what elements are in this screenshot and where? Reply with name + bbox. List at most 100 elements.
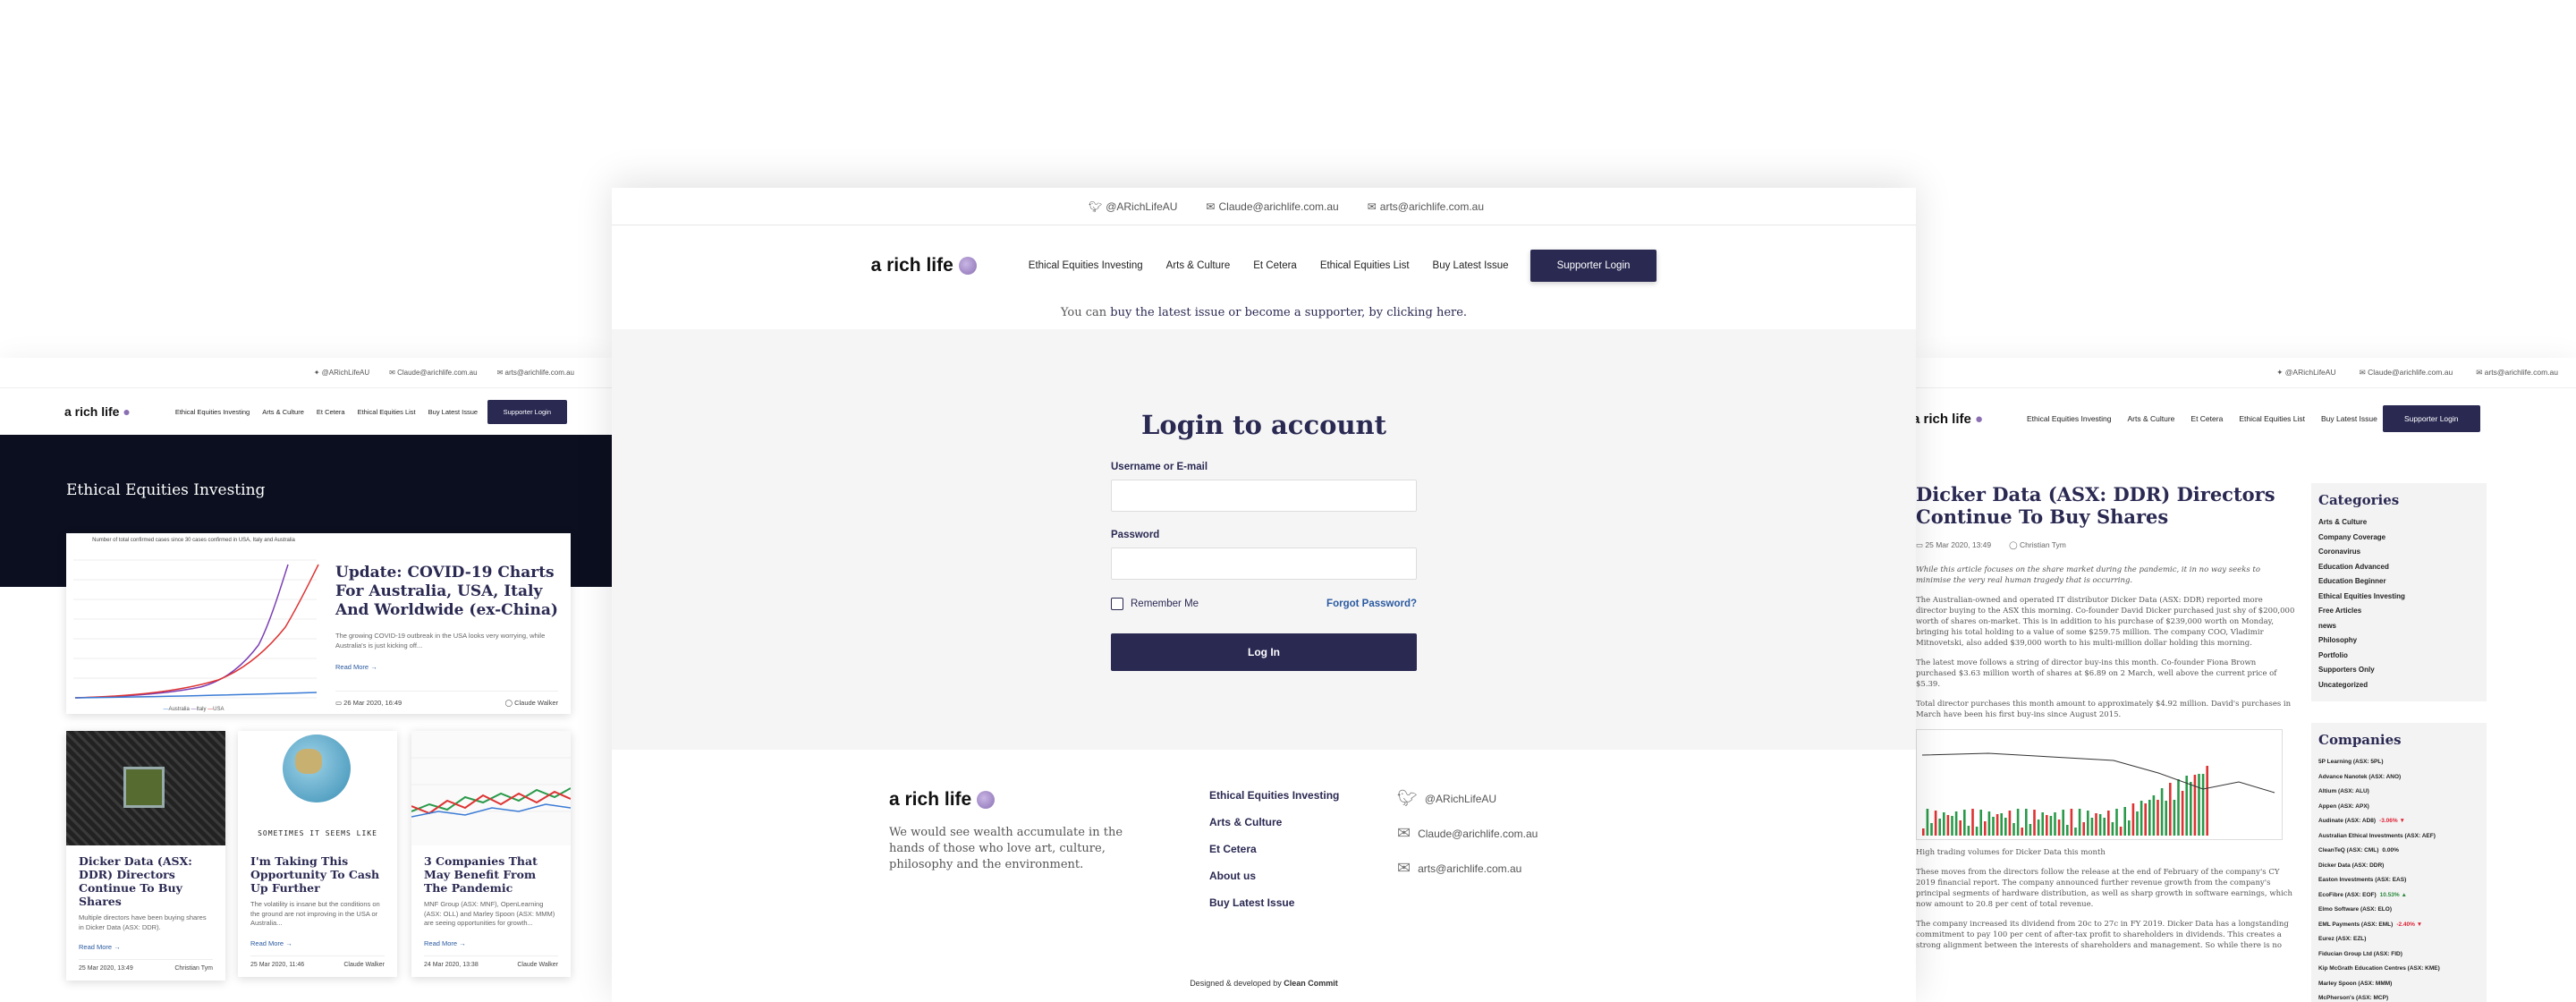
company-link[interactable]: McPherson's (ASX: MCP)	[2318, 991, 2483, 1002]
footer-link-ethical-equities[interactable]: Ethical Equities Investing	[1209, 789, 1339, 802]
footer-link-about-us[interactable]: About us	[1209, 870, 1339, 882]
left-logo[interactable]: a rich life ●	[64, 404, 131, 419]
volume-bar	[2148, 800, 2151, 836]
company-link[interactable]: Kip McGrath Education Centres (ASX: KME)	[2318, 962, 2483, 977]
category-link[interactable]: news	[2318, 619, 2483, 634]
company-link[interactable]: Audinate (ASX: AD8) -3.06% ▼	[2318, 814, 2483, 829]
company-link[interactable]: EcoFibre (ASX: EOF) 10.53% ▲	[2318, 888, 2483, 904]
footer-twitter-link[interactable]: 🐦︎ @ARichLifeAU	[1397, 789, 1538, 808]
article-card[interactable]: 3 Companies That May Benefit From The Pa…	[411, 731, 571, 977]
company-link[interactable]: 5P Learning (ASX: 5PL)	[2318, 755, 2483, 770]
category-link[interactable]: Coronavirus	[2318, 545, 2483, 560]
right-supporter-login-button[interactable]: Supporter Login	[2383, 405, 2480, 432]
card-read-more-link[interactable]: Read More →	[79, 943, 121, 951]
right-nav-item[interactable]: Ethical Equities List	[2239, 414, 2305, 423]
category-link[interactable]: Free Articles	[2318, 604, 2483, 619]
password-input[interactable]	[1111, 548, 1417, 580]
nav-item-arts-culture[interactable]: Arts & Culture	[1166, 260, 1231, 271]
featured-read-more-link[interactable]: Read More →	[335, 663, 377, 671]
category-link[interactable]: Portfolio	[2318, 649, 2483, 664]
remember-me-toggle[interactable]: Remember Me	[1111, 598, 1199, 610]
company-link[interactable]: Eurez (ASX: EZL)	[2318, 932, 2483, 947]
category-link[interactable]: Uncategorized	[2318, 678, 2483, 693]
supporter-login-button[interactable]: Supporter Login	[1530, 250, 1657, 282]
footer-logo[interactable]: a rich life	[889, 789, 996, 811]
right-nav-item[interactable]: Ethical Equities Investing	[2027, 414, 2112, 423]
card-title[interactable]: 3 Companies That May Benefit From The Pa…	[424, 854, 558, 895]
category-link[interactable]: Philosophy	[2318, 633, 2483, 649]
nav-item-buy-latest-issue[interactable]: Buy Latest Issue	[1433, 260, 1509, 271]
company-link[interactable]: Altium (ASX: ALU)	[2318, 785, 2483, 800]
footer-email-arts[interactable]: ✉ arts@arichlife.com.au	[1397, 859, 1538, 878]
footer-link-arts-culture[interactable]: Arts & Culture	[1209, 816, 1339, 828]
username-input[interactable]	[1111, 480, 1417, 512]
volume-bar	[2115, 809, 2118, 836]
left-nav-item[interactable]: Et Cetera	[317, 408, 345, 416]
company-link[interactable]: EML Payments (ASX: EML) -2.40% ▼	[2318, 918, 2483, 933]
left-nav-item[interactable]: Arts & Culture	[262, 408, 304, 416]
company-link[interactable]: Elmo Software (ASX: ELO)	[2318, 903, 2483, 918]
category-link[interactable]: Arts & Culture	[2318, 515, 2483, 531]
right-nav-item[interactable]: Buy Latest Issue	[2321, 414, 2377, 423]
card-author[interactable]: Claude Walker	[517, 962, 558, 968]
left-twitter-link[interactable]: ✦ @ARichLifeAU	[314, 369, 369, 377]
footer-link-buy-latest-issue[interactable]: Buy Latest Issue	[1209, 896, 1339, 909]
left-nav-item[interactable]: Buy Latest Issue	[428, 408, 478, 416]
email-link-claude[interactable]: ✉ Claude@arichlife.com.au	[1206, 200, 1338, 213]
email-link-arts[interactable]: ✉ arts@arichlife.com.au	[1368, 200, 1484, 213]
right-email2-link[interactable]: ✉ arts@arichlife.com.au	[2476, 368, 2558, 378]
left-supporter-login-button[interactable]: Supporter Login	[487, 399, 567, 424]
card-author[interactable]: Claude Walker	[343, 962, 385, 968]
left-email2-link[interactable]: ✉ arts@arichlife.com.au	[497, 369, 574, 377]
footer-link-et-cetera[interactable]: Et Cetera	[1209, 843, 1339, 855]
notice-link[interactable]: buy the latest issue or become a support…	[1110, 306, 1467, 319]
article-author[interactable]: ◯ Christian Tym	[2009, 540, 2066, 550]
twitter-link[interactable]: 🐦︎ @ARichLifeAU	[1089, 200, 1177, 213]
right-nav-item[interactable]: Arts & Culture	[2128, 414, 2175, 423]
left-nav-item[interactable]: Ethical Equities List	[358, 408, 416, 416]
card-read-more-link[interactable]: Read More →	[424, 939, 466, 947]
right-nav-item[interactable]: Et Cetera	[2190, 414, 2223, 423]
nav-item-ethical-equities-investing[interactable]: Ethical Equities Investing	[1029, 260, 1143, 271]
company-link[interactable]: Fiducian Group Ltd (ASX: FID)	[2318, 947, 2483, 963]
nav-item-et-cetera[interactable]: Et Cetera	[1253, 260, 1297, 271]
card-meta: 25 Mar 2020, 11:46 Claude Walker	[250, 955, 385, 968]
volume-bar	[1946, 815, 1950, 836]
volume-bar	[2119, 827, 2123, 836]
company-link[interactable]: Easton Investments (ASX: EAS)	[2318, 873, 2483, 888]
right-twitter-link[interactable]: ✦ @ARichLifeAU	[2276, 368, 2335, 378]
card-title[interactable]: I'm Taking This Opportunity To Cash Up F…	[250, 854, 385, 895]
company-link[interactable]: CleanTeQ (ASX: CML) 0.00%	[2318, 844, 2483, 859]
company-link[interactable]: Appen (ASX: APX)	[2318, 800, 2483, 815]
article-card[interactable]: Dicker Data (ASX: DDR) Directors Continu…	[66, 731, 225, 981]
right-email1-link[interactable]: ✉ Claude@arichlife.com.au	[2360, 368, 2453, 378]
credit-link[interactable]: Clean Commit	[1284, 979, 1338, 988]
category-link[interactable]: Education Advanced	[2318, 560, 2483, 575]
left-nav-item[interactable]: Ethical Equities Investing	[175, 408, 250, 416]
card-title[interactable]: Dicker Data (ASX: DDR) Directors Continu…	[79, 854, 213, 908]
log-in-button[interactable]: Log In	[1111, 633, 1417, 671]
featured-author[interactable]: ◯ Claude Walker	[505, 699, 558, 707]
left-email1-link[interactable]: ✉ Claude@arichlife.com.au	[389, 369, 477, 377]
company-link[interactable]: Australian Ethical Investments (ASX: AEF…	[2318, 829, 2483, 845]
forgot-password-link[interactable]: Forgot Password?	[1326, 599, 1417, 609]
category-link[interactable]: Supporters Only	[2318, 663, 2483, 678]
category-link[interactable]: Education Beginner	[2318, 574, 2483, 590]
globe-image: SOMETIMES IT SEEMS LIKE	[238, 731, 397, 845]
nav-item-ethical-equities-list[interactable]: Ethical Equities List	[1320, 260, 1410, 271]
card-read-more-link[interactable]: Read More →	[250, 939, 292, 947]
remember-me-checkbox[interactable]	[1111, 598, 1123, 610]
category-link[interactable]: Company Coverage	[2318, 531, 2483, 546]
site-logo[interactable]: a rich life	[871, 255, 977, 276]
company-link[interactable]: Dicker Data (ASX: DDR)	[2318, 859, 2483, 874]
company-link[interactable]: Advance Nanotek (ASX: ANO)	[2318, 770, 2483, 785]
featured-article-card[interactable]: Number of total confirmed cases since 30…	[66, 533, 571, 714]
right-logo[interactable]: a rich life ●	[1916, 412, 1983, 427]
footer-email-claude[interactable]: ✉ Claude@arichlife.com.au	[1397, 824, 1538, 843]
article-card[interactable]: SOMETIMES IT SEEMS LIKE I'm Taking This …	[238, 731, 397, 977]
company-link[interactable]: Marley Spoon (ASX: MMM)	[2318, 977, 2483, 992]
card-author[interactable]: Christian Tym	[174, 965, 213, 972]
featured-title[interactable]: Update: COVID-19 Charts For Australia, U…	[335, 564, 558, 620]
right-nav: a rich life ● Ethical Equities Investing…	[1916, 388, 2576, 449]
category-link[interactable]: Ethical Equities Investing	[2318, 590, 2483, 605]
